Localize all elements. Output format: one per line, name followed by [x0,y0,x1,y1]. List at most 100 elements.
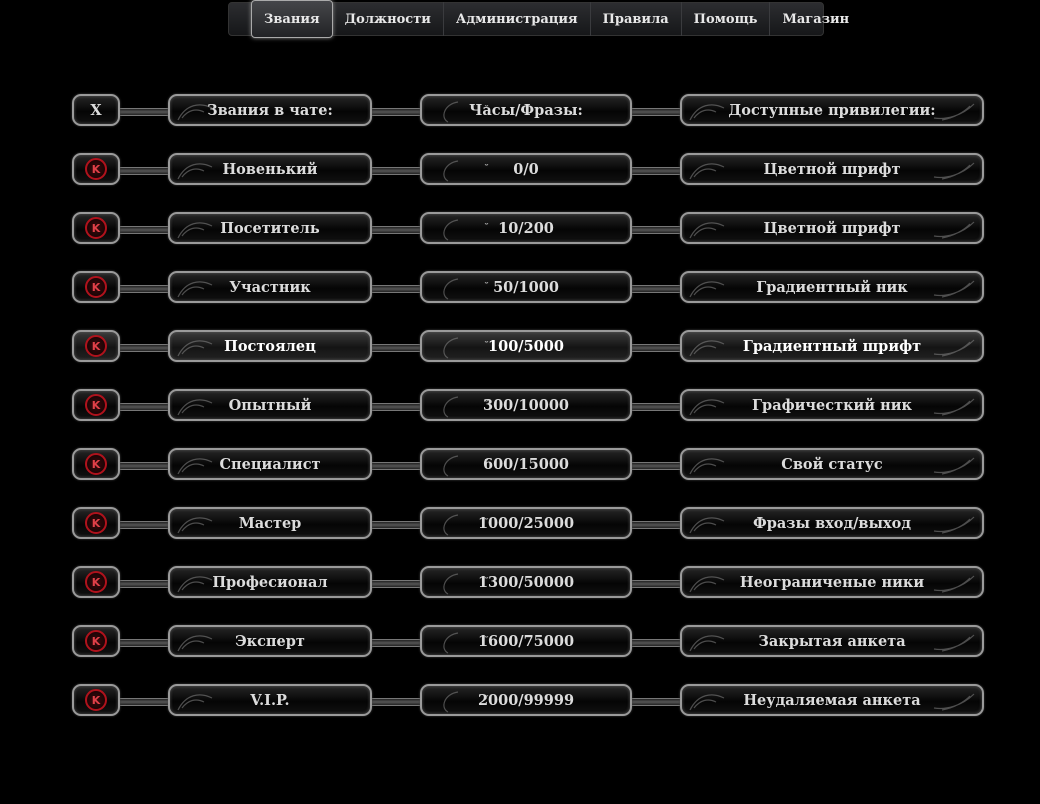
rank-hours-cell: ˘ 1600/75000 [420,625,632,657]
rank-badge-cell: K [72,684,120,716]
close-button[interactable]: X [72,94,120,126]
rank-name: Эксперт [235,632,305,650]
rank-row: K Специалист ˘ 600/15000 Свой статус [72,448,984,482]
rank-name: Специалист [219,455,321,473]
nav-tab-positions[interactable]: Должности [333,2,444,36]
rank-hours-cell: ˘ 10/200 [420,212,632,244]
rank-hours-cell: ˘ 600/15000 [420,448,632,480]
nav-tab-administration[interactable]: Администрация [444,2,591,36]
rank-privilege-cell: Цветной шрифт [680,153,984,185]
rank-name: Участник [229,278,311,296]
rank-hours-cell: ˘ 1300/50000 [420,566,632,598]
rank-privilege: Неограниченые ники [739,573,925,591]
rank-k-icon: K [85,394,107,416]
privileges-column-header: Доступные привилегии: [680,94,984,126]
rank-k-icon: K [85,512,107,534]
rank-row: K Постоялец ˘ 100/5000 Градиентный шрифт [72,330,984,364]
rank-privilege-cell: Градиентный шрифт [680,330,984,362]
rank-name-cell: Мастер [168,507,372,539]
rank-name: Професионал [212,573,328,591]
rank-name: Посетитель [220,219,320,237]
nav-tab-help[interactable]: Помощь [682,2,771,36]
rank-hours: 50/1000 [493,278,559,296]
top-nav: Звания Должности Администрация Правила П… [228,0,849,38]
rank-k-icon: K [85,453,107,475]
rank-hours: 1300/50000 [477,573,575,591]
rank-k-icon: K [85,217,107,239]
nav-tab-shop[interactable]: Магазин [770,2,861,36]
rank-privilege-cell: Цветной шрифт [680,212,984,244]
nav-tab-rules[interactable]: Правила [591,2,682,36]
rank-privilege-cell: Закрытая анкета [680,625,984,657]
rank-row: K Участник ˘ 50/1000 Градиентный ник [72,271,984,305]
rank-name: Мастер [238,514,302,532]
rank-row: K Посетитель ˘ 10/200 Цветной шрифт [72,212,984,246]
rank-name-cell: Новенький [168,153,372,185]
rank-privilege-cell: Неудаляемая анкета [680,684,984,716]
rank-name-cell: V.I.P. [168,684,372,716]
rank-privilege: Цветной шрифт [763,219,901,237]
rank-hours: 300/10000 [482,396,569,414]
rank-name: Опытный [228,396,312,414]
rank-k-icon: K [85,571,107,593]
rank-name: V.I.P. [250,691,290,709]
rank-badge-cell: K [72,507,120,539]
rank-k-icon: K [85,276,107,298]
rank-privilege-cell: Неограниченые ники [680,566,984,598]
rank-privilege: Фразы вход/выход [752,514,912,532]
rank-hours-cell: ˘ 1000/25000 [420,507,632,539]
rank-hours-cell: ˘ 0/0 [420,153,632,185]
rank-name-cell: Постоялец [168,330,372,362]
rank-hours-cell: ˘ 2000/99999 [420,684,632,716]
rank-privilege: Свой статус [781,455,883,473]
rank-privilege: Закрытая анкета [758,632,906,650]
rank-name-cell: Участник [168,271,372,303]
rank-name-cell: Професионал [168,566,372,598]
rank-privilege: Неудаляемая анкета [743,691,921,709]
rank-hours: 2000/99999 [477,691,575,709]
rank-badge-cell: K [72,330,120,362]
rank-hours-cell: ˘ 300/10000 [420,389,632,421]
rank-hours: 1600/75000 [477,632,575,650]
rank-k-icon: K [85,689,107,711]
rank-hours: 100/5000 [488,337,564,355]
rank-row: K Професионал ˘ 1300/50000 Неограниченые… [72,566,984,600]
rank-badge-cell: K [72,566,120,598]
rank-privilege: Градиентный ник [756,278,908,296]
rank-badge-cell: K [72,271,120,303]
rank-row: K Опытный ˘ 300/10000 Графичесткий ник [72,389,984,423]
header-row: X Звания в чате: ˘ Часы/Фразы: Доступные… [72,94,984,128]
rank-privilege: Градиентный шрифт [742,337,922,355]
hours-column-header: ˘ Часы/Фразы: [420,94,632,126]
rank-badge-cell: K [72,625,120,657]
rank-column-header: Звания в чате: [168,94,372,126]
rank-row: K Эксперт ˘ 1600/75000 Закрытая анкета [72,625,984,659]
rank-k-icon: K [85,158,107,180]
rank-name-cell: Посетитель [168,212,372,244]
rank-hours: 0/0 [513,160,539,178]
rank-name: Новенький [222,160,318,178]
rank-row: K V.I.P. ˘ 2000/99999 Неудаляемая анкета [72,684,984,718]
rank-badge-cell: K [72,212,120,244]
rank-badge-cell: K [72,389,120,421]
rank-name-cell: Опытный [168,389,372,421]
rank-hours: 1000/25000 [477,514,575,532]
rank-hours-cell: ˘ 100/5000 [420,330,632,362]
rank-name-cell: Эксперт [168,625,372,657]
nav-tab-ranks[interactable]: Звания [251,0,333,38]
rank-privilege: Графичесткий ник [752,396,912,414]
rank-hours: 600/15000 [482,455,569,473]
rank-badge-cell: K [72,448,120,480]
rank-hours-cell: ˘ 50/1000 [420,271,632,303]
rank-privilege-cell: Свой статус [680,448,984,480]
rank-privilege-cell: Графичесткий ник [680,389,984,421]
rank-row: K Мастер ˘ 1000/25000 Фразы вход/выход [72,507,984,541]
rank-privilege-cell: Фразы вход/выход [680,507,984,539]
rank-k-icon: K [85,335,107,357]
rank-name-cell: Специалист [168,448,372,480]
rank-badge-cell: K [72,153,120,185]
rank-k-icon: K [85,630,107,652]
rank-hours: 10/200 [498,219,554,237]
rank-privilege: Цветной шрифт [763,160,901,178]
rank-row: K Новенький ˘ 0/0 Цветной шрифт [72,153,984,187]
